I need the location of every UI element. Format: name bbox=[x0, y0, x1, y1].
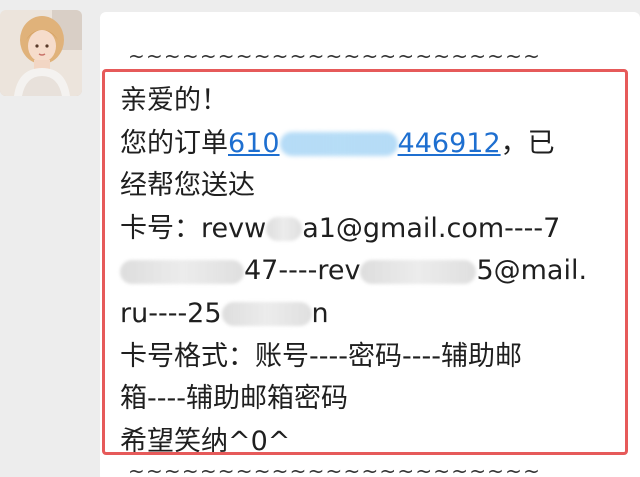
highlight-box bbox=[102, 69, 628, 455]
decorative-divider-bottom: ~~~~~~~~~~~~~~~~~~~~~~~ bbox=[128, 459, 542, 477]
avatar-image bbox=[0, 10, 82, 96]
avatar[interactable] bbox=[0, 10, 82, 96]
chat-screen: ~~~~~~~~~~~~~~~~~~~~~~~ 亲爱的！ 您的订单610 4469… bbox=[0, 0, 640, 477]
decorative-divider-top: ~~~~~~~~~~~~~~~~~~~~~~~ bbox=[128, 44, 542, 68]
